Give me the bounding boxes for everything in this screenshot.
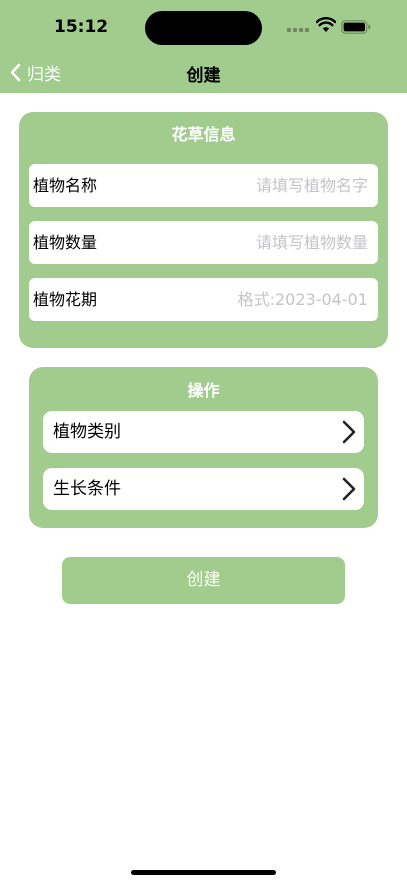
plant-bloom-field: 植物花期 bbox=[29, 278, 378, 321]
plant-bloom-label: 植物花期 bbox=[33, 290, 98, 309]
plant-quantity-input[interactable] bbox=[168, 221, 368, 264]
actions-title: 操作 bbox=[187, 381, 220, 400]
plant-name-field: 植物名称 bbox=[29, 164, 378, 207]
page-title: 创建 bbox=[186, 66, 221, 86]
plant-name-input[interactable] bbox=[168, 164, 368, 207]
wifi-icon bbox=[316, 17, 336, 32]
actions-card: 操作 植物类别 生长条件 bbox=[29, 367, 378, 528]
back-button[interactable]: 归类 bbox=[10, 61, 61, 85]
dynamic-island bbox=[145, 11, 262, 45]
back-button-label: 归类 bbox=[27, 64, 61, 85]
chevron-right-icon bbox=[342, 420, 356, 444]
battery-icon bbox=[341, 20, 371, 34]
navigation-header: 15:12 归类 创建 bbox=[0, 0, 407, 93]
growth-conditions-row[interactable]: 生长条件 bbox=[43, 468, 364, 510]
chevron-right-icon bbox=[342, 477, 356, 501]
plant-info-title: 花草信息 bbox=[171, 125, 236, 144]
back-chevron-icon bbox=[10, 63, 21, 81]
plant-bloom-input[interactable] bbox=[168, 278, 368, 321]
growth-conditions-label: 生长条件 bbox=[53, 479, 121, 499]
create-button[interactable]: 创建 bbox=[62, 557, 345, 604]
signal-icon bbox=[287, 24, 311, 32]
plant-name-label: 植物名称 bbox=[33, 176, 98, 195]
status-time: 15:12 bbox=[54, 17, 109, 37]
plant-quantity-label: 植物数量 bbox=[33, 233, 98, 252]
home-indicator bbox=[131, 870, 276, 875]
plant-category-label: 植物类别 bbox=[53, 422, 121, 442]
plant-quantity-field: 植物数量 bbox=[29, 221, 378, 264]
plant-category-row[interactable]: 植物类别 bbox=[43, 411, 364, 453]
plant-info-card: 花草信息 植物名称 植物数量 植物花期 bbox=[19, 112, 388, 348]
